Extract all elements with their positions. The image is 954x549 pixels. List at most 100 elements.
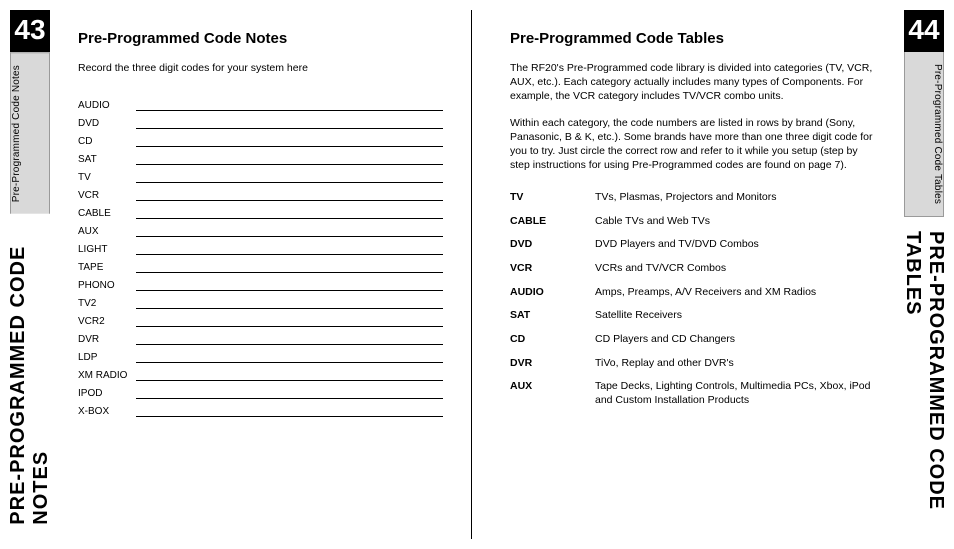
category-key: CD bbox=[510, 333, 595, 347]
margin-tab-left: Pre-Programmed Code Notes bbox=[10, 52, 50, 214]
category-desc: Satellite Receivers bbox=[595, 309, 876, 323]
category-desc: TiVo, Replay and other DVR's bbox=[595, 357, 876, 371]
right-sidebar: 44 Pre-Programmed Code Tables PRE-PROGRA… bbox=[904, 10, 944, 539]
code-field-row: TV bbox=[78, 165, 443, 183]
code-field-line bbox=[136, 333, 443, 345]
code-field-label: PHONO bbox=[78, 280, 136, 291]
category-row: DVRTiVo, Replay and other DVR's bbox=[510, 352, 876, 376]
code-field-row: PHONO bbox=[78, 273, 443, 291]
code-field-line bbox=[136, 207, 443, 219]
code-field-label: SAT bbox=[78, 154, 136, 165]
code-field-label: LIGHT bbox=[78, 244, 136, 255]
code-field-label: TAPE bbox=[78, 262, 136, 273]
left-intro: Record the three digit codes for your sy… bbox=[78, 61, 443, 75]
code-field-line bbox=[136, 315, 443, 327]
left-heading: Pre-Programmed Code Notes bbox=[78, 30, 443, 47]
page-number-44: 44 bbox=[904, 10, 944, 52]
code-field-label: XM RADIO bbox=[78, 370, 136, 381]
category-key: VCR bbox=[510, 262, 595, 276]
code-field-row: XM RADIO bbox=[78, 363, 443, 381]
category-desc: DVD Players and TV/DVD Combos bbox=[595, 238, 876, 252]
category-row: DVDDVD Players and TV/DVD Combos bbox=[510, 233, 876, 257]
code-field-line bbox=[136, 297, 443, 309]
code-fields: AUDIO DVD CD SAT TV VCR CABLE AUX LIGHT TAPE PHONO… bbox=[78, 93, 443, 417]
code-field-line bbox=[136, 189, 443, 201]
category-row: CDCD Players and CD Changers bbox=[510, 328, 876, 352]
code-field-line bbox=[136, 117, 443, 129]
page-44: Pre-Programmed Code Tables The RF20's Pr… bbox=[482, 10, 944, 539]
margin-tab-right: Pre-Programmed Code Tables bbox=[904, 52, 944, 217]
code-field-row: X-BOX bbox=[78, 399, 443, 417]
category-key: DVR bbox=[510, 357, 595, 371]
category-desc: Cable TVs and Web TVs bbox=[595, 215, 876, 229]
category-row: SATSatellite Receivers bbox=[510, 304, 876, 328]
category-desc: TVs, Plasmas, Projectors and Monitors bbox=[595, 191, 876, 205]
code-field-label: TV bbox=[78, 172, 136, 183]
code-field-label: VCR2 bbox=[78, 316, 136, 327]
code-field-label: LDP bbox=[78, 352, 136, 363]
page-number-43: 43 bbox=[10, 10, 50, 52]
category-row: TVTVs, Plasmas, Projectors and Monitors bbox=[510, 186, 876, 210]
code-field-line bbox=[136, 153, 443, 165]
code-field-line bbox=[136, 405, 443, 417]
category-key: DVD bbox=[510, 238, 595, 252]
code-field-label: DVD bbox=[78, 118, 136, 129]
category-table: TVTVs, Plasmas, Projectors and MonitorsC… bbox=[510, 186, 876, 412]
right-heading: Pre-Programmed Code Tables bbox=[510, 30, 876, 47]
category-key: CABLE bbox=[510, 215, 595, 229]
category-desc: Tape Decks, Lighting Controls, Multimedi… bbox=[595, 380, 876, 407]
right-content: Pre-Programmed Code Tables The RF20's Pr… bbox=[482, 10, 904, 539]
code-field-row: CD bbox=[78, 129, 443, 147]
code-field-label: AUDIO bbox=[78, 100, 136, 111]
code-field-row: VCR bbox=[78, 183, 443, 201]
code-field-line bbox=[136, 171, 443, 183]
code-field-row: LIGHT bbox=[78, 237, 443, 255]
code-field-label: CABLE bbox=[78, 208, 136, 219]
right-para1: The RF20's Pre-Programmed code library i… bbox=[510, 61, 876, 104]
category-key: SAT bbox=[510, 309, 595, 323]
code-field-row: AUX bbox=[78, 219, 443, 237]
category-row: AUDIOAmps, Preamps, A/V Receivers and XM… bbox=[510, 281, 876, 305]
code-field-row: SAT bbox=[78, 147, 443, 165]
code-field-line bbox=[136, 351, 443, 363]
category-desc: VCRs and TV/VCR Combos bbox=[595, 262, 876, 276]
code-field-row: LDP bbox=[78, 345, 443, 363]
code-field-row: CABLE bbox=[78, 201, 443, 219]
code-field-row: IPOD bbox=[78, 381, 443, 399]
category-row: CABLECable TVs and Web TVs bbox=[510, 210, 876, 234]
code-field-line bbox=[136, 135, 443, 147]
code-field-label: TV2 bbox=[78, 298, 136, 309]
right-para2: Within each category, the code numbers a… bbox=[510, 116, 876, 173]
page-43: 43 Pre-Programmed Code Notes PRE-PROGRAM… bbox=[10, 10, 472, 539]
code-field-row: VCR2 bbox=[78, 309, 443, 327]
category-row: VCRVCRs and TV/VCR Combos bbox=[510, 257, 876, 281]
category-desc: CD Players and CD Changers bbox=[595, 333, 876, 347]
code-field-line bbox=[136, 243, 443, 255]
category-desc: Amps, Preamps, A/V Receivers and XM Radi… bbox=[595, 286, 876, 300]
category-key: TV bbox=[510, 191, 595, 205]
left-content: Pre-Programmed Code Notes Record the thr… bbox=[50, 10, 471, 539]
code-field-row: TV2 bbox=[78, 291, 443, 309]
section-title-left: PRE-PROGRAMMED CODE NOTES bbox=[10, 214, 50, 539]
left-sidebar: 43 Pre-Programmed Code Notes PRE-PROGRAM… bbox=[10, 10, 50, 539]
code-field-line bbox=[136, 279, 443, 291]
code-field-label: DVR bbox=[78, 334, 136, 345]
code-field-line bbox=[136, 99, 443, 111]
code-field-line bbox=[136, 261, 443, 273]
code-field-row: DVD bbox=[78, 111, 443, 129]
code-field-label: IPOD bbox=[78, 388, 136, 399]
code-field-row: TAPE bbox=[78, 255, 443, 273]
code-field-line bbox=[136, 225, 443, 237]
code-field-line bbox=[136, 387, 443, 399]
section-title-right: PRE-PROGRAMMED CODE TABLES bbox=[904, 217, 944, 539]
code-field-label: X-BOX bbox=[78, 406, 136, 417]
code-field-row: AUDIO bbox=[78, 93, 443, 111]
code-field-label: CD bbox=[78, 136, 136, 147]
category-row: AUXTape Decks, Lighting Controls, Multim… bbox=[510, 375, 876, 412]
code-field-row: DVR bbox=[78, 327, 443, 345]
category-key: AUX bbox=[510, 380, 595, 407]
code-field-label: VCR bbox=[78, 190, 136, 201]
code-field-line bbox=[136, 369, 443, 381]
category-key: AUDIO bbox=[510, 286, 595, 300]
code-field-label: AUX bbox=[78, 226, 136, 237]
